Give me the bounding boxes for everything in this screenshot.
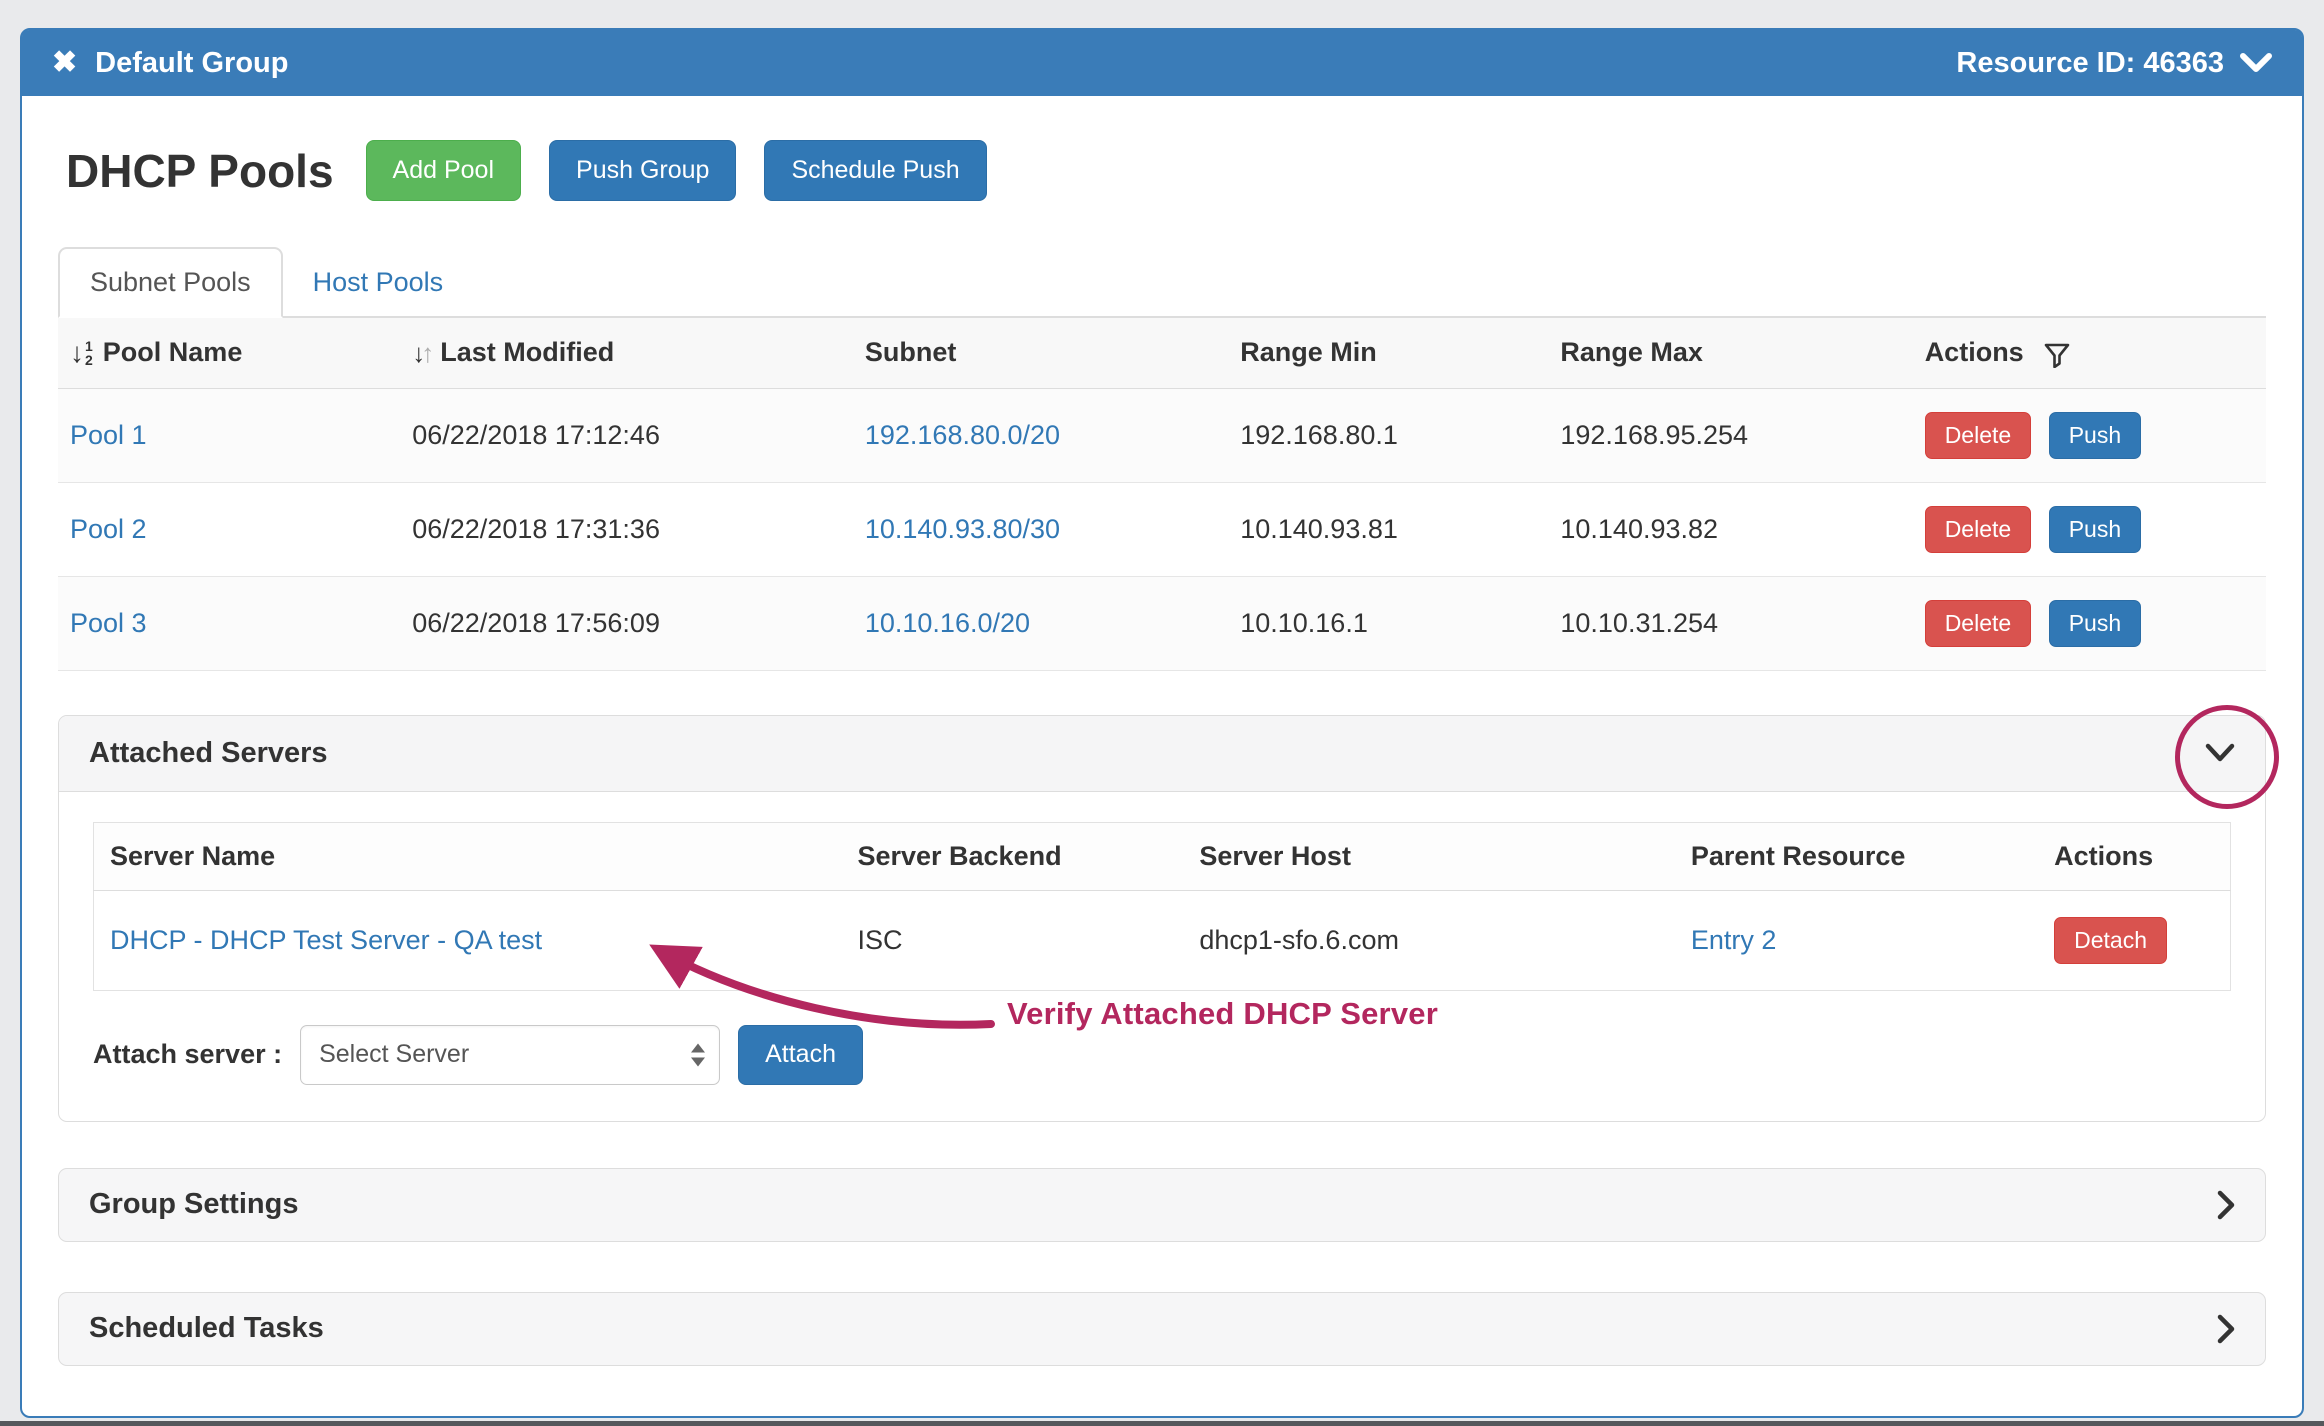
server-backend-value: ISC xyxy=(841,890,1183,990)
default-group-window: ✖ Default Group Resource ID: 46363 DHCP … xyxy=(20,28,2304,1418)
attach-button[interactable]: Attach xyxy=(738,1025,863,1085)
attach-server-select[interactable]: Select Server xyxy=(300,1025,720,1085)
push-button[interactable]: Push xyxy=(2049,600,2141,647)
chevron-down-icon[interactable] xyxy=(2205,743,2235,763)
detach-button[interactable]: Detach xyxy=(2054,917,2167,964)
tab-subnet-pools[interactable]: Subnet Pools xyxy=(58,247,283,318)
range-max-value: 10.140.93.82 xyxy=(1548,482,1912,576)
attached-servers-panel: Attached Servers Server Name Server Back… xyxy=(58,715,2266,1122)
subnet-pools-table: ↓12 Pool Name ↓↑ Last Modified Subnet Ra… xyxy=(58,318,2266,671)
pool-tabs: Subnet Pools Host Pools xyxy=(58,247,2266,318)
page-title: DHCP Pools xyxy=(66,144,334,198)
table-row-pool-2: Pool 2 06/22/2018 17:31:36 10.140.93.80/… xyxy=(58,482,2266,576)
group-settings-header[interactable]: Group Settings xyxy=(58,1168,2266,1242)
screen-bottom-edge xyxy=(0,1421,2324,1426)
chevron-right-icon xyxy=(2217,1190,2235,1220)
delete-button[interactable]: Delete xyxy=(1925,506,2031,553)
range-min-value: 10.10.16.1 xyxy=(1228,576,1548,670)
table-row-server: DHCP - DHCP Test Server - QA test ISC dh… xyxy=(94,890,2231,990)
col-pool-name[interactable]: ↓12 Pool Name xyxy=(58,318,400,388)
tab-host-pools[interactable]: Host Pools xyxy=(283,249,474,316)
col-server-actions: Actions xyxy=(2038,822,2230,890)
subnet-link[interactable]: 192.168.80.0/20 xyxy=(865,420,1060,450)
window-title: Default Group xyxy=(95,47,288,80)
resource-id-label: Resource ID: 46363 xyxy=(1956,47,2224,80)
range-max-value: 192.168.95.254 xyxy=(1548,388,1912,482)
server-name-link[interactable]: DHCP - DHCP Test Server - QA test xyxy=(110,925,542,955)
col-range-min: Range Min xyxy=(1228,318,1548,388)
add-pool-button[interactable]: Add Pool xyxy=(366,140,521,201)
sort-arrows-icon[interactable]: ↓↑ xyxy=(412,340,430,366)
attached-servers-header[interactable]: Attached Servers xyxy=(59,716,2265,792)
push-group-button[interactable]: Push Group xyxy=(549,140,736,201)
pool-link[interactable]: Pool 1 xyxy=(70,420,147,450)
subnet-link[interactable]: 10.140.93.80/30 xyxy=(865,514,1060,544)
col-subnet: Subnet xyxy=(853,318,1228,388)
subnet-link[interactable]: 10.10.16.0/20 xyxy=(865,608,1030,638)
pool-link[interactable]: Pool 3 xyxy=(70,608,147,638)
parent-resource-link[interactable]: Entry 2 xyxy=(1691,925,1777,955)
chevron-right-icon xyxy=(2217,1314,2235,1344)
attached-servers-title: Attached Servers xyxy=(89,737,328,770)
table-row-pool-3: Pool 3 06/22/2018 17:56:09 10.10.16.0/20… xyxy=(58,576,2266,670)
last-modified-value: 06/22/2018 17:56:09 xyxy=(400,576,853,670)
schedule-push-button[interactable]: Schedule Push xyxy=(764,140,986,201)
scheduled-tasks-title: Scheduled Tasks xyxy=(89,1312,324,1345)
table-row-pool-1: Pool 1 06/22/2018 17:12:46 192.168.80.0/… xyxy=(58,388,2266,482)
pools-header-row: ↓12 Pool Name ↓↑ Last Modified Subnet Ra… xyxy=(58,318,2266,388)
last-modified-value: 06/22/2018 17:12:46 xyxy=(400,388,853,482)
window-header: ✖ Default Group Resource ID: 46363 xyxy=(22,30,2302,96)
select-value: Select Server xyxy=(319,1040,469,1069)
col-parent-resource: Parent Resource xyxy=(1675,822,2038,890)
sort-numeric-icon[interactable]: ↓12 xyxy=(70,339,93,367)
pool-link[interactable]: Pool 2 xyxy=(70,514,147,544)
attach-server-label: Attach server : xyxy=(93,1039,282,1070)
select-arrows-icon xyxy=(691,1043,705,1066)
range-min-value: 192.168.80.1 xyxy=(1228,388,1548,482)
col-server-name: Server Name xyxy=(94,822,842,890)
filter-icon[interactable] xyxy=(2044,342,2070,368)
push-button[interactable]: Push xyxy=(2049,412,2141,459)
server-host-value: dhcp1-sfo.6.com xyxy=(1183,890,1675,990)
col-last-modified[interactable]: ↓↑ Last Modified xyxy=(400,318,853,388)
last-modified-value: 06/22/2018 17:31:36 xyxy=(400,482,853,576)
col-range-max: Range Max xyxy=(1548,318,1912,388)
scheduled-tasks-header[interactable]: Scheduled Tasks xyxy=(58,1292,2266,1366)
range-min-value: 10.140.93.81 xyxy=(1228,482,1548,576)
chevron-down-icon xyxy=(2240,52,2272,74)
col-server-backend: Server Backend xyxy=(841,822,1183,890)
servers-header-row: Server Name Server Backend Server Host P… xyxy=(94,822,2231,890)
col-server-host: Server Host xyxy=(1183,822,1675,890)
push-button[interactable]: Push xyxy=(2049,506,2141,553)
range-max-value: 10.10.31.254 xyxy=(1548,576,1912,670)
delete-button[interactable]: Delete xyxy=(1925,412,2031,459)
attached-servers-table: Server Name Server Backend Server Host P… xyxy=(93,822,2231,991)
group-settings-title: Group Settings xyxy=(89,1188,298,1221)
close-icon[interactable]: ✖ xyxy=(52,48,77,78)
col-actions: Actions xyxy=(1913,318,2266,388)
resource-id-toggle[interactable]: Resource ID: 46363 xyxy=(1956,47,2272,80)
delete-button[interactable]: Delete xyxy=(1925,600,2031,647)
